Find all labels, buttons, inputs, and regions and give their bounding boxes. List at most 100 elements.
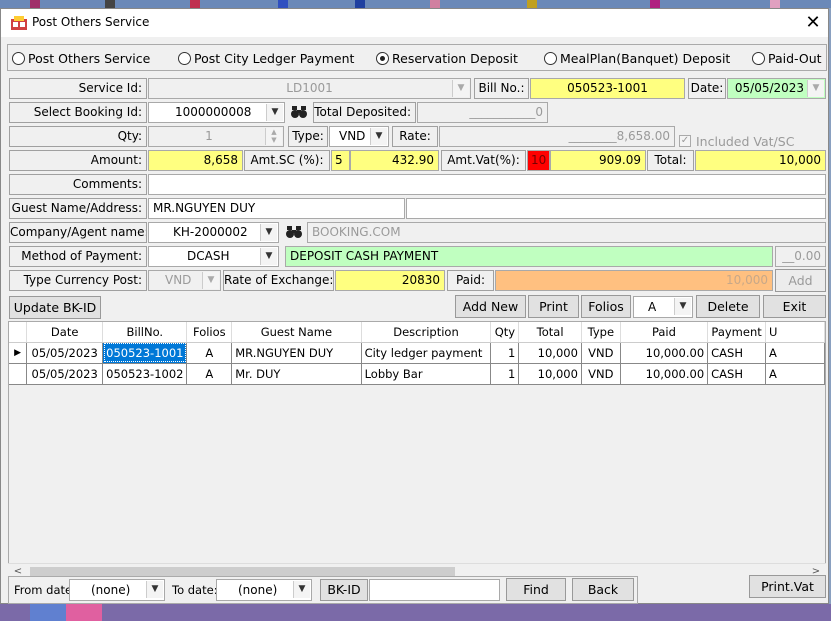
cell-date[interactable]: 05/05/2023 — [26, 363, 104, 385]
column-header-billno[interactable]: BillNo. — [102, 322, 188, 343]
folios-button[interactable]: Folios — [581, 295, 631, 318]
guest-name-field[interactable]: MR.NGUYEN DUY — [148, 198, 405, 219]
service-id-select[interactable]: LD1001 ▼ — [148, 78, 471, 99]
background-desktop-strip — [0, 0, 831, 8]
amount-field[interactable]: 8,658 — [148, 150, 243, 171]
table-row[interactable]: ▶ 05/05/2023 050523-1001 A MR.NGUYEN DUY… — [9, 342, 825, 364]
comments-field[interactable] — [148, 174, 826, 195]
rate-label: Rate: — [392, 126, 438, 147]
type-select[interactable]: VND ▼ — [329, 126, 389, 147]
amt-vat-value-field[interactable]: 909.09 — [550, 150, 646, 171]
transactions-grid: Date BillNo. Folios Guest Name Descripti… — [8, 321, 826, 579]
binoculars-icon[interactable] — [285, 224, 303, 240]
column-header-date[interactable]: Date — [26, 322, 104, 343]
from-date-value: (none) — [91, 583, 131, 597]
cell-folios[interactable]: A — [186, 363, 233, 385]
cell-guest-name[interactable]: MR.NGUYEN DUY — [231, 342, 362, 364]
paid-label: Paid: — [447, 270, 494, 291]
total-deposited-field: ___________0 — [417, 102, 548, 123]
bk-id-field[interactable] — [369, 579, 500, 601]
cell-guest-name[interactable]: Mr. DUY — [231, 363, 362, 385]
included-vat-checkbox[interactable]: ✓ — [679, 135, 691, 147]
column-header-folios[interactable]: Folios — [186, 322, 233, 343]
cell-u[interactable]: A — [765, 342, 825, 364]
column-header-guest-name[interactable]: Guest Name — [231, 322, 362, 343]
total-field[interactable]: 10,000 — [695, 150, 826, 171]
radio-indicator — [12, 51, 25, 65]
amt-vat-label: Amt.Vat(%): — [441, 150, 526, 171]
qty-value: 1 — [205, 129, 213, 143]
radio-mealplan-banquet-deposit[interactable]: MealPlan(Banquet) Deposit — [544, 49, 730, 67]
transactions-table: Date BillNo. Folios Guest Name Descripti… — [9, 322, 825, 385]
radio-indicator — [752, 51, 765, 65]
update-bk-id-button[interactable]: Update BK-ID — [9, 296, 101, 319]
company-code-value: KH-2000002 — [173, 225, 248, 239]
column-header-description[interactable]: Description — [361, 322, 492, 343]
radio-post-city-ledger-payment[interactable]: Post City Ledger Payment — [178, 49, 354, 67]
column-header-u[interactable]: U — [765, 322, 825, 343]
column-header-type[interactable]: Type — [581, 322, 621, 343]
cell-total[interactable]: 10,000 — [518, 342, 582, 364]
print-button[interactable]: Print — [528, 295, 579, 318]
back-button[interactable]: Back — [572, 578, 634, 601]
chevron-down-icon: ▼ — [674, 298, 691, 315]
folio-select[interactable]: A ▼ — [633, 296, 693, 318]
radio-indicator — [178, 51, 191, 65]
radio-reservation-deposit[interactable]: Reservation Deposit — [376, 49, 518, 67]
cell-billno[interactable]: 050523-1002 — [102, 363, 188, 385]
find-button[interactable]: Find — [506, 578, 566, 601]
method-code-select[interactable]: DCASH ▼ — [148, 246, 279, 267]
cell-date[interactable]: 05/05/2023 — [26, 342, 104, 364]
cell-paid[interactable]: 10,000.00 — [620, 342, 709, 364]
cell-type[interactable]: VND — [581, 363, 621, 385]
booking-id-select[interactable]: 1000000008 ▼ — [148, 102, 285, 123]
folio-value: A — [648, 300, 657, 314]
add-button[interactable]: Add — [775, 269, 826, 292]
delete-button[interactable]: Delete — [696, 295, 760, 318]
radio-paid-out[interactable]: Paid-Out — [752, 49, 822, 67]
cell-description[interactable]: City ledger payment — [361, 342, 492, 364]
binoculars-icon[interactable] — [290, 104, 308, 120]
rate-of-exchange-field[interactable]: 20830 — [335, 270, 445, 291]
column-header-payment[interactable]: Payment — [707, 322, 767, 343]
included-vat-label: Included Vat/SC — [696, 134, 795, 149]
title-bar: Post Others Service ✕ — [1, 9, 828, 37]
amt-sc-percent-field[interactable]: 5 — [331, 150, 350, 171]
cell-qty[interactable]: 1 — [490, 342, 520, 364]
date-picker[interactable]: 05/05/2023 ▼ — [727, 78, 826, 99]
column-header-total[interactable]: Total — [518, 322, 582, 343]
to-date-picker[interactable]: (none) ▼ — [216, 579, 312, 601]
method-description-field: DEPOSIT CASH PAYMENT — [285, 246, 773, 267]
exit-button[interactable]: Exit — [763, 295, 826, 318]
amt-sc-value-field[interactable]: 432.90 — [350, 150, 439, 171]
cell-folios[interactable]: A — [186, 342, 233, 364]
print-vat-button[interactable]: Print.Vat — [749, 575, 826, 598]
bk-id-button[interactable]: BK-ID — [320, 579, 368, 601]
guest-address-field[interactable] — [406, 198, 826, 219]
qty-stepper[interactable]: 1 ▲ ▼ — [148, 126, 284, 147]
from-date-label: From date: — [14, 583, 76, 597]
type-value: VND — [339, 129, 366, 143]
add-new-button[interactable]: Add New — [455, 295, 526, 318]
cell-total[interactable]: 10,000 — [518, 363, 582, 385]
close-icon[interactable]: ✕ — [801, 11, 825, 35]
column-header-qty[interactable]: Qty — [490, 322, 520, 343]
cell-payment[interactable]: CASH — [707, 342, 767, 364]
company-name-field: BOOKING.COM — [307, 222, 826, 243]
cell-payment[interactable]: CASH — [707, 363, 767, 385]
company-code-select[interactable]: KH-2000002 ▼ — [148, 222, 279, 243]
cell-description[interactable]: Lobby Bar — [361, 363, 492, 385]
cell-billno[interactable]: 050523-1001 — [102, 342, 188, 364]
radio-post-others-service[interactable]: Post Others Service — [12, 49, 150, 67]
column-header-paid[interactable]: Paid — [620, 322, 709, 343]
cell-u[interactable]: A — [765, 363, 825, 385]
cell-type[interactable]: VND — [581, 342, 621, 364]
from-date-picker[interactable]: (none) ▼ — [69, 579, 165, 601]
amt-vat-percent-field[interactable]: 10 — [527, 150, 550, 171]
cell-paid[interactable]: 10,000.00 — [620, 363, 709, 385]
cell-qty[interactable]: 1 — [490, 363, 520, 385]
currency-select[interactable]: VND ▼ — [148, 270, 221, 291]
table-row[interactable]: 05/05/2023 050523-1002 A Mr. DUY Lobby B… — [9, 363, 825, 385]
paid-field[interactable]: 10,000 — [495, 270, 773, 291]
bill-no-field[interactable]: 050523-1001 — [530, 78, 685, 99]
